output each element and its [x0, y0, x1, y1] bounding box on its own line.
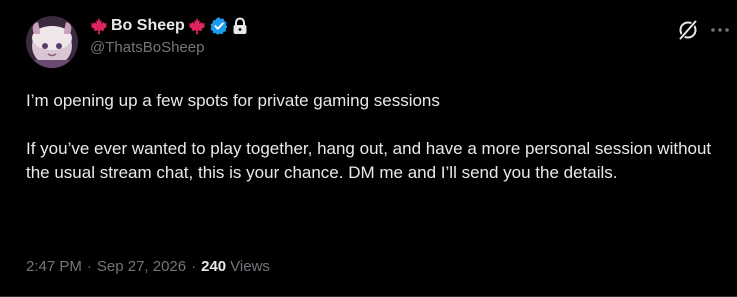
meta-separator: ·: [191, 258, 197, 275]
more-horizontal-icon: [711, 28, 729, 32]
post-time[interactable]: 2:47 PM: [26, 258, 82, 275]
post-date[interactable]: Sep 27, 2026: [97, 258, 186, 275]
avatar-image: [26, 16, 78, 68]
post-card: Bo Sheep @ThatsBoSheep I’m opening up a …: [0, 0, 737, 297]
post-text: I’m opening up a few spots for private g…: [26, 89, 716, 185]
maple-leaf-icon: [188, 17, 206, 35]
post-paragraph: If you’ve ever wanted to play together, …: [26, 139, 712, 182]
post-meta: 2:47 PM · Sep 27, 2026 · 240 Views: [26, 258, 270, 275]
more-options-button[interactable]: [708, 19, 732, 41]
name-row[interactable]: Bo Sheep: [90, 15, 248, 37]
grok-icon: [678, 19, 698, 41]
grok-button[interactable]: [676, 18, 700, 42]
meta-separator: ·: [86, 258, 92, 275]
avatar[interactable]: [26, 16, 78, 68]
display-name[interactable]: Bo Sheep: [111, 17, 185, 35]
maple-leaf-icon: [90, 17, 108, 35]
views-label: Views: [230, 258, 270, 275]
verified-badge-icon[interactable]: [209, 16, 229, 36]
lock-icon: [232, 17, 248, 35]
author-handle[interactable]: @ThatsBoSheep: [90, 39, 248, 56]
author-header: Bo Sheep @ThatsBoSheep: [90, 15, 248, 56]
views-count[interactable]: 240: [201, 258, 226, 275]
post-paragraph: I’m opening up a few spots for private g…: [26, 91, 440, 110]
